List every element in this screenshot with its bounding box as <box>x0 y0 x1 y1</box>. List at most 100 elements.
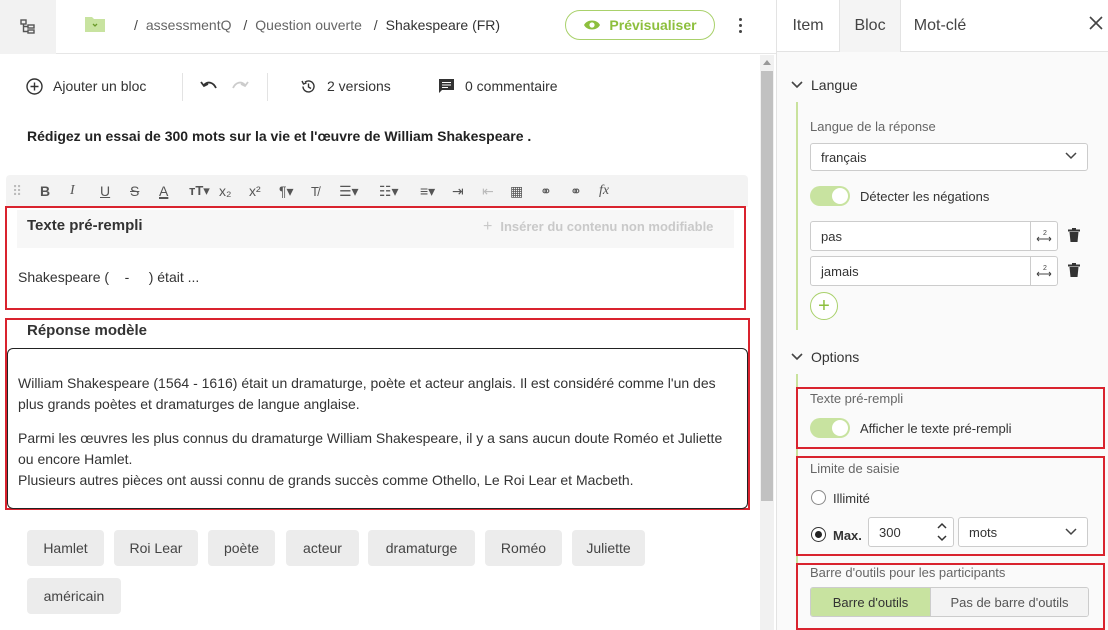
keyword-chip[interactable]: Juliette <box>572 530 645 566</box>
drag-handle-icon[interactable]: ⠿ <box>12 181 22 201</box>
eye-icon <box>584 20 601 30</box>
bullet-list-icon[interactable]: ☰▾ <box>339 181 359 201</box>
chevron-down-icon <box>791 353 803 361</box>
versions-button[interactable]: 2 versions <box>300 69 391 103</box>
breadcrumb: / assessmentQ / Question ouverte / Shakespe… <box>134 17 501 33</box>
editor-scrollbar[interactable] <box>760 55 774 630</box>
add-negation-button[interactable]: + <box>810 292 838 320</box>
options-section-toggle[interactable]: Options <box>791 349 859 365</box>
max-label: Max. <box>833 528 862 543</box>
keyword-chip[interactable]: américain <box>27 578 121 614</box>
comment-icon <box>439 79 454 93</box>
swap-icon[interactable]: 2 <box>1030 222 1057 250</box>
prefilled-content[interactable]: Shakespeare ( - ) était ... <box>18 269 199 285</box>
model-answer-title: Réponse modèle <box>27 322 148 339</box>
scroll-up-icon[interactable] <box>763 60 771 65</box>
chevron-down-icon <box>1065 528 1077 536</box>
negation-field[interactable]: jamais 2 <box>810 256 1058 286</box>
toolbar-toggle-group: Barre d'outils Pas de barre d'outils <box>810 587 1089 617</box>
indent-icon[interactable]: ⇥ <box>452 181 464 201</box>
svg-text:2: 2 <box>1043 230 1047 237</box>
insert-nonmodifiable-button[interactable]: + Insérer du contenu non modifiable <box>483 218 713 236</box>
langue-section-toggle[interactable]: Langue <box>791 77 858 93</box>
redo-icon <box>232 81 249 89</box>
toolbar-on-button[interactable]: Barre d'outils <box>811 588 930 616</box>
keyword-chip[interactable]: Roi Lear <box>114 530 198 566</box>
trash-icon[interactable] <box>1068 263 1080 277</box>
folder-icon[interactable] <box>84 15 106 33</box>
link-settings-icon[interactable]: ⚭ <box>570 181 582 201</box>
panel-tabs: Item Bloc Mot-clé <box>777 0 1108 52</box>
preview-button[interactable]: Prévisualiser <box>565 10 715 40</box>
max-radio[interactable] <box>811 527 826 542</box>
preview-label: Prévisualiser <box>609 17 697 33</box>
breadcrumb-item[interactable]: assessmentQ <box>146 17 232 33</box>
tree-view-button[interactable] <box>0 0 56 54</box>
subscript-icon[interactable]: x₂ <box>219 181 231 201</box>
model-paragraph: Plusieurs autres pièces ont aussi connu … <box>18 472 634 488</box>
chevron-down-icon <box>791 81 803 89</box>
keyword-chip[interactable]: acteur <box>286 530 359 566</box>
keyword-chip[interactable]: Hamlet <box>27 530 104 566</box>
editor-area: Ajouter un bloc 2 versions 0 commentaire… <box>0 55 758 630</box>
table-icon[interactable]: ▦ <box>510 181 523 201</box>
stepper-icon[interactable] <box>937 521 947 543</box>
model-answer-text[interactable]: William Shakespeare (1564 - 1616) était … <box>18 373 728 491</box>
language-select[interactable]: français <box>810 143 1088 171</box>
detect-negations-toggle[interactable] <box>810 186 850 206</box>
font-size-icon[interactable]: тT▾ <box>189 181 210 201</box>
chevron-down-icon <box>1065 152 1077 160</box>
numbered-list-icon[interactable]: ☷▾ <box>379 181 399 201</box>
negation-field[interactable]: pas 2 <box>810 221 1058 251</box>
unit-select[interactable]: mots <box>958 517 1088 547</box>
breadcrumb-item[interactable]: Question ouverte <box>255 17 362 33</box>
plus-icon: + <box>483 218 493 235</box>
show-prefilled-label: Afficher le texte pré-rempli <box>860 421 1012 436</box>
superscript-icon[interactable]: x² <box>249 181 261 201</box>
input-limit-label: Limite de saisie <box>810 461 900 476</box>
close-icon[interactable] <box>1089 16 1103 30</box>
max-words-input[interactable]: 300 <box>868 517 954 547</box>
toolbar-off-button[interactable]: Pas de barre d'outils <box>930 588 1088 616</box>
align-icon[interactable]: ≡▾ <box>420 181 435 201</box>
response-language-label: Langue de la réponse <box>810 119 936 134</box>
history-icon <box>301 79 315 93</box>
breadcrumb-current: Shakespeare (FR) <box>385 17 501 33</box>
versions-label: 2 versions <box>327 78 391 94</box>
prefilled-title: Texte pré-rempli <box>27 217 143 234</box>
bold-icon[interactable]: B <box>40 181 50 201</box>
text-color-icon[interactable]: A <box>159 181 168 201</box>
svg-text:2: 2 <box>1043 265 1047 272</box>
redo-button[interactable] <box>231 69 249 103</box>
tab-bloc[interactable]: Bloc <box>839 0 901 52</box>
link-icon[interactable]: ⚭ <box>540 181 552 201</box>
undo-button[interactable] <box>200 69 218 103</box>
comments-button[interactable]: 0 commentaire <box>438 69 558 103</box>
strikethrough-icon[interactable]: S <box>130 181 139 201</box>
scroll-thumb[interactable] <box>761 71 773 501</box>
outdent-icon[interactable]: ⇤ <box>482 181 494 201</box>
prefilled-option-label: Texte pré-rempli <box>810 391 904 406</box>
plus-icon: + <box>818 295 830 317</box>
keyword-chip[interactable]: Roméo <box>485 530 562 566</box>
top-bar: / assessmentQ / Question ouverte / Shakespe… <box>0 0 776 54</box>
add-block-button[interactable]: Ajouter un bloc <box>26 69 146 103</box>
tab-keyword[interactable]: Mot-clé <box>901 0 979 52</box>
formula-icon[interactable]: fx <box>599 181 609 201</box>
underline-icon[interactable]: U <box>100 181 110 201</box>
more-options-icon[interactable] <box>734 14 746 36</box>
comments-label: 0 commentaire <box>465 78 558 94</box>
clear-format-icon[interactable]: T̸ <box>311 181 319 201</box>
swap-icon[interactable]: 2 <box>1030 257 1057 285</box>
keyword-chip[interactable]: dramaturge <box>368 530 475 566</box>
keyword-chip[interactable]: poète <box>208 530 275 566</box>
tab-item[interactable]: Item <box>777 0 839 52</box>
options-section-title: Options <box>811 349 860 365</box>
trash-icon[interactable] <box>1068 228 1080 242</box>
section-line <box>796 102 798 330</box>
unlimited-label: Illimité <box>833 491 870 506</box>
italic-icon[interactable]: I <box>70 181 75 201</box>
unlimited-radio[interactable] <box>811 490 826 505</box>
paragraph-format-icon[interactable]: ¶▾ <box>279 181 294 201</box>
show-prefilled-toggle[interactable] <box>810 418 850 438</box>
